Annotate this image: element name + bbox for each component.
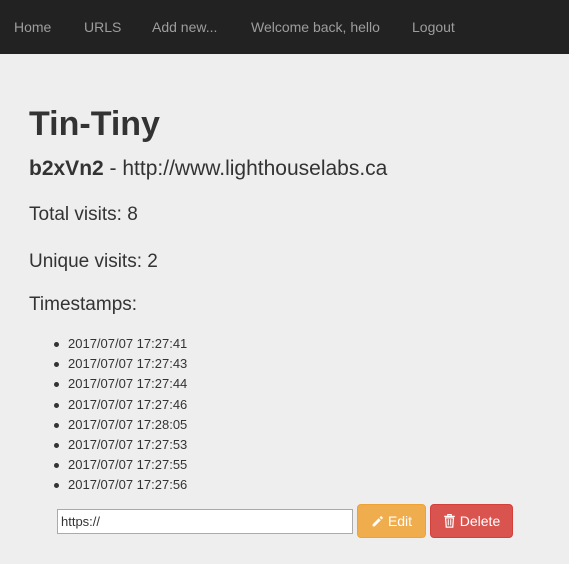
nav-logout-link[interactable]: Logout — [412, 19, 455, 35]
timestamp-item: 2017/07/07 17:27:43 — [53, 354, 187, 374]
trash-icon — [443, 514, 456, 528]
nav-welcome-text[interactable]: Welcome back, hello — [251, 19, 380, 35]
timestamp-item: 2017/07/07 17:28:05 — [53, 415, 187, 435]
page-title: Tin-Tiny — [29, 105, 160, 143]
separator: - — [103, 157, 123, 180]
edit-button-label: Edit — [387, 513, 413, 529]
nav-add-new-link[interactable]: Add new... — [152, 19, 217, 35]
pencil-icon — [371, 515, 384, 528]
timestamp-item: 2017/07/07 17:27:46 — [53, 395, 187, 415]
edit-url-form: Edit Delete — [57, 504, 513, 538]
nav-urls-link[interactable]: URLS — [84, 19, 121, 35]
edit-button[interactable]: Edit — [357, 504, 426, 538]
unique-visits: Unique visits: 2 — [29, 251, 158, 272]
timestamp-item: 2017/07/07 17:27:44 — [53, 374, 187, 394]
long-url: http://www.lighthouselabs.ca — [122, 157, 388, 180]
long-url-input[interactable] — [57, 508, 353, 534]
nav-home-link[interactable]: Home — [14, 19, 51, 35]
timestamp-item: 2017/07/07 17:27:56 — [53, 475, 187, 495]
timestamp-item: 2017/07/07 17:27:55 — [53, 455, 187, 475]
delete-button[interactable]: Delete — [430, 504, 513, 538]
timestamps-heading: Timestamps: — [29, 294, 138, 315]
short-code: b2xVn2 — [29, 157, 104, 180]
short-url-line: b2xVn2 - http://www.lighthouselabs.ca — [29, 156, 387, 182]
timestamp-item: 2017/07/07 17:27:53 — [53, 435, 187, 455]
timestamp-item: 2017/07/07 17:27:41 — [53, 334, 187, 354]
total-visits: Total visits: 8 — [29, 204, 138, 225]
top-navbar: Home URLS Add new... Welcome back, hello… — [0, 0, 569, 54]
timestamps-list: 2017/07/07 17:27:41 2017/07/07 17:27:43 … — [53, 334, 187, 496]
delete-button-label: Delete — [459, 513, 501, 529]
